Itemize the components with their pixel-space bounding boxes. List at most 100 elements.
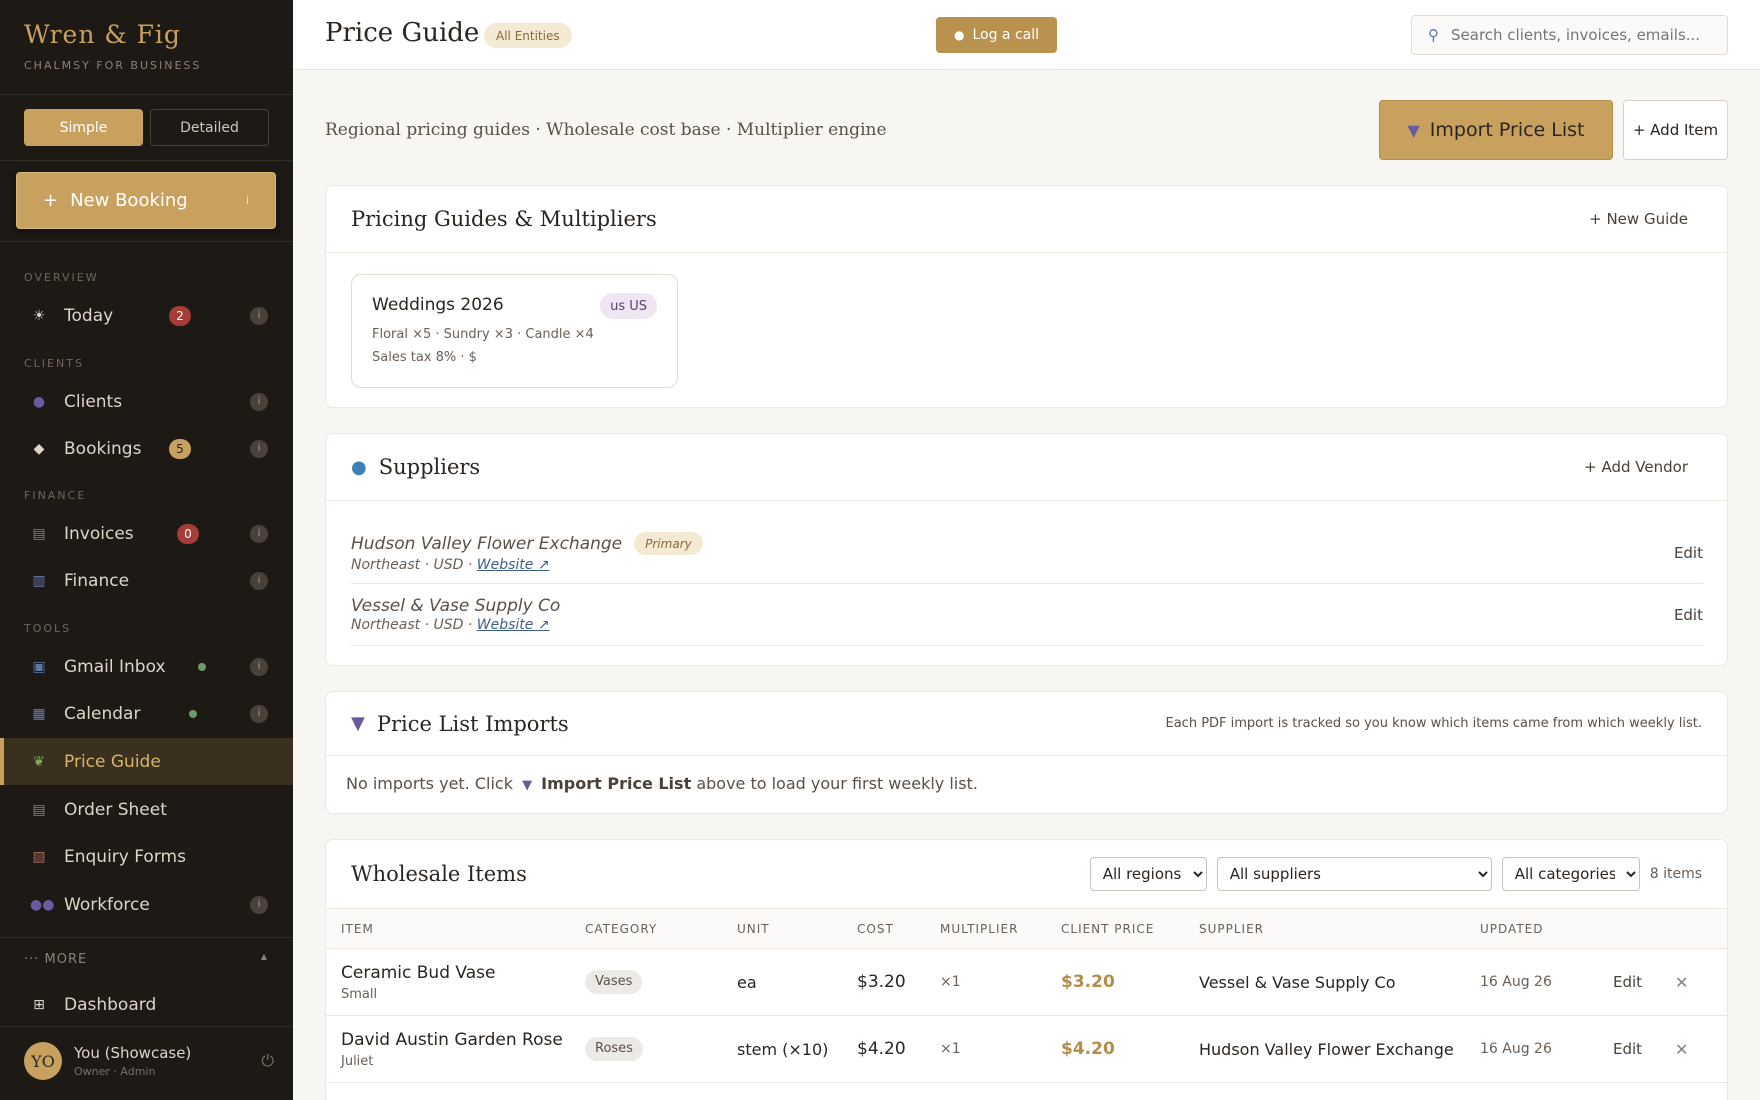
sidebar-item-calendar[interactable]: ▦ Calendar i: [0, 690, 293, 737]
log-call-button[interactable]: ● Log a call: [936, 17, 1057, 53]
calendar-icon: ▦: [32, 705, 46, 722]
sidebar-item-invoices[interactable]: ▤ Invoices 0 i: [0, 510, 293, 557]
section-overview: OVERVIEW: [24, 271, 99, 284]
more-label: ··· MORE: [24, 952, 88, 967]
new-booking-button[interactable]: + New Booking i: [16, 172, 276, 229]
column-header[interactable]: CLIENT PRICE: [1061, 908, 1199, 949]
items-count: 8 items: [1649, 866, 1702, 882]
search-box[interactable]: ⚲: [1411, 15, 1728, 55]
bar-chart-icon: ▥: [32, 572, 46, 589]
today-count-badge: 2: [169, 305, 191, 326]
info-icon[interactable]: i: [250, 704, 268, 723]
edit-row-button[interactable]: Edit: [1613, 1015, 1675, 1083]
sidebar-item-finance[interactable]: ▥ Finance i: [0, 557, 293, 604]
item-cell: David Austin Garden Rose Juliet: [326, 1015, 585, 1083]
category-badge: Roses: [585, 1037, 643, 1061]
sidebar-item-label: Gmail Inbox: [64, 656, 166, 677]
sidebar-item-dashboard[interactable]: ⊞ Dashboard: [0, 981, 293, 1028]
region-filter[interactable]: All regions: [1089, 857, 1207, 891]
sidebar-item-price-guide[interactable]: ❦ Price Guide: [0, 738, 293, 785]
avatar: YO: [24, 1042, 62, 1080]
card-title: Wholesale Items: [351, 862, 527, 886]
inbox-tray-icon: ▼: [1407, 120, 1420, 140]
add-item-button[interactable]: + Add Item: [1623, 100, 1728, 160]
column-header[interactable]: UNIT: [737, 908, 857, 949]
info-icon[interactable]: i: [250, 392, 268, 411]
vendor-region: Northeast · USD ·: [351, 557, 473, 573]
column-header[interactable]: ITEM: [326, 908, 585, 949]
mode-simple-button[interactable]: Simple: [24, 109, 143, 146]
sidebar-item-enquiry-forms[interactable]: ▧ Enquiry Forms: [0, 833, 293, 880]
info-icon[interactable]: i: [250, 439, 268, 458]
vendor-row: Vessel & Vase Supply Co Northeast · USD …: [351, 586, 1703, 646]
item-name: David Austin Garden Rose: [341, 1029, 563, 1050]
top-header: Price Guide All Entities ● Log a call ⚲: [293, 0, 1760, 70]
sidebar-item-label: Invoices: [64, 523, 134, 544]
guide-card[interactable]: Weddings 2026 us US Floral ×5 · Sundry ×…: [351, 274, 678, 388]
vendor-website-link[interactable]: Website ↗: [477, 617, 550, 633]
sidebar-item-order-sheet[interactable]: ▤ Order Sheet: [0, 786, 293, 833]
guide-multipliers: Floral ×5 · Sundry ×3 · Candle ×4: [372, 327, 594, 342]
more-toggle[interactable]: ··· MORE ▲: [24, 952, 268, 967]
cost-cell: $4.20: [857, 1015, 940, 1083]
card-header: ● Suppliers + Add Vendor: [326, 434, 1727, 501]
sidebar-item-bookings[interactable]: ◆ Bookings 5 i: [0, 425, 293, 472]
table-row[interactable]: David Austin Garden Rose Juliet Roses st…: [326, 1015, 1727, 1083]
card-title: ● Suppliers: [351, 455, 480, 479]
section-tools: TOOLS: [24, 622, 72, 635]
column-header[interactable]: CATEGORY: [585, 908, 737, 949]
sidebar: Wren & Fig CHALMSY FOR BUSINESS Simple D…: [0, 0, 293, 1100]
invoices-count-badge: 0: [177, 523, 199, 544]
sidebar-item-clients[interactable]: ● Clients i: [0, 378, 293, 425]
sidebar-divider: [0, 160, 293, 161]
item-cell: Ceramic Bud Vase Small: [326, 948, 585, 1016]
sidebar-item-gmail-inbox[interactable]: ▣ Gmail Inbox i: [0, 643, 293, 690]
people-icon: ●●: [30, 896, 55, 913]
user-role: Owner · Admin: [74, 1065, 156, 1078]
edit-vendor-button[interactable]: Edit: [1674, 606, 1703, 624]
user-profile[interactable]: YO You (Showcase) Owner · Admin ⏻: [24, 1042, 274, 1080]
close-icon[interactable]: ✕: [1675, 948, 1727, 1016]
edit-vendor-button[interactable]: Edit: [1674, 544, 1703, 562]
page-title: Price Guide: [325, 18, 480, 48]
leaf-icon: ❦: [33, 753, 45, 770]
updated-cell: 16 Aug 26: [1480, 948, 1613, 1016]
brand: Wren & Fig CHALMSY FOR BUSINESS: [24, 20, 201, 72]
sidebar-item-label: Order Sheet: [64, 799, 167, 820]
sidebar-divider: [0, 1026, 293, 1027]
category-filter[interactable]: All categories: [1501, 857, 1640, 891]
info-icon[interactable]: i: [250, 571, 268, 590]
search-input[interactable]: [1451, 26, 1701, 44]
column-header[interactable]: UPDATED: [1480, 908, 1613, 949]
info-icon[interactable]: i: [250, 524, 268, 543]
sidebar-item-today[interactable]: ☀ Today 2 i: [0, 292, 293, 339]
unit-cell: ea: [737, 948, 857, 1016]
info-icon[interactable]: i: [246, 194, 249, 207]
table-row[interactable]: Ceramic Bud Vase Small Vases ea $3.20 ×1…: [326, 948, 1727, 1016]
add-vendor-button[interactable]: + Add Vendor: [1584, 458, 1702, 476]
new-guide-button[interactable]: + New Guide: [1589, 210, 1702, 228]
info-icon[interactable]: i: [250, 657, 268, 676]
column-header[interactable]: SUPPLIER: [1199, 908, 1480, 949]
table-header-row: ITEM CATEGORY UNIT COST MULTIPLIER CLIEN…: [326, 908, 1727, 949]
power-icon[interactable]: ⏻: [261, 1051, 274, 1071]
column-header[interactable]: MULTIPLIER: [940, 908, 1061, 949]
section-finance: FINANCE: [24, 489, 87, 502]
sidebar-item-workforce[interactable]: ●● Workforce i: [0, 881, 293, 928]
sidebar-item-label: Clients: [64, 391, 123, 412]
sidebar-divider: [0, 241, 293, 242]
card-header: Wholesale Items All regions All supplier…: [326, 840, 1727, 908]
import-price-list-button[interactable]: ▼ Import Price List: [1379, 100, 1613, 160]
empty-text: No imports yet. Click: [346, 774, 513, 793]
info-icon[interactable]: i: [250, 306, 268, 325]
supplier-filter[interactable]: All suppliers: [1216, 857, 1492, 891]
vendor-website-link[interactable]: Website ↗: [477, 557, 550, 573]
sidebar-item-label: Enquiry Forms: [64, 846, 186, 867]
close-icon[interactable]: ✕: [1675, 1015, 1727, 1083]
form-icon: ▧: [32, 848, 46, 865]
edit-row-button[interactable]: Edit: [1613, 948, 1675, 1016]
entity-selector[interactable]: All Entities: [484, 23, 572, 48]
mode-detailed-button[interactable]: Detailed: [150, 109, 269, 146]
info-icon[interactable]: i: [250, 895, 268, 914]
column-header[interactable]: COST: [857, 908, 940, 949]
